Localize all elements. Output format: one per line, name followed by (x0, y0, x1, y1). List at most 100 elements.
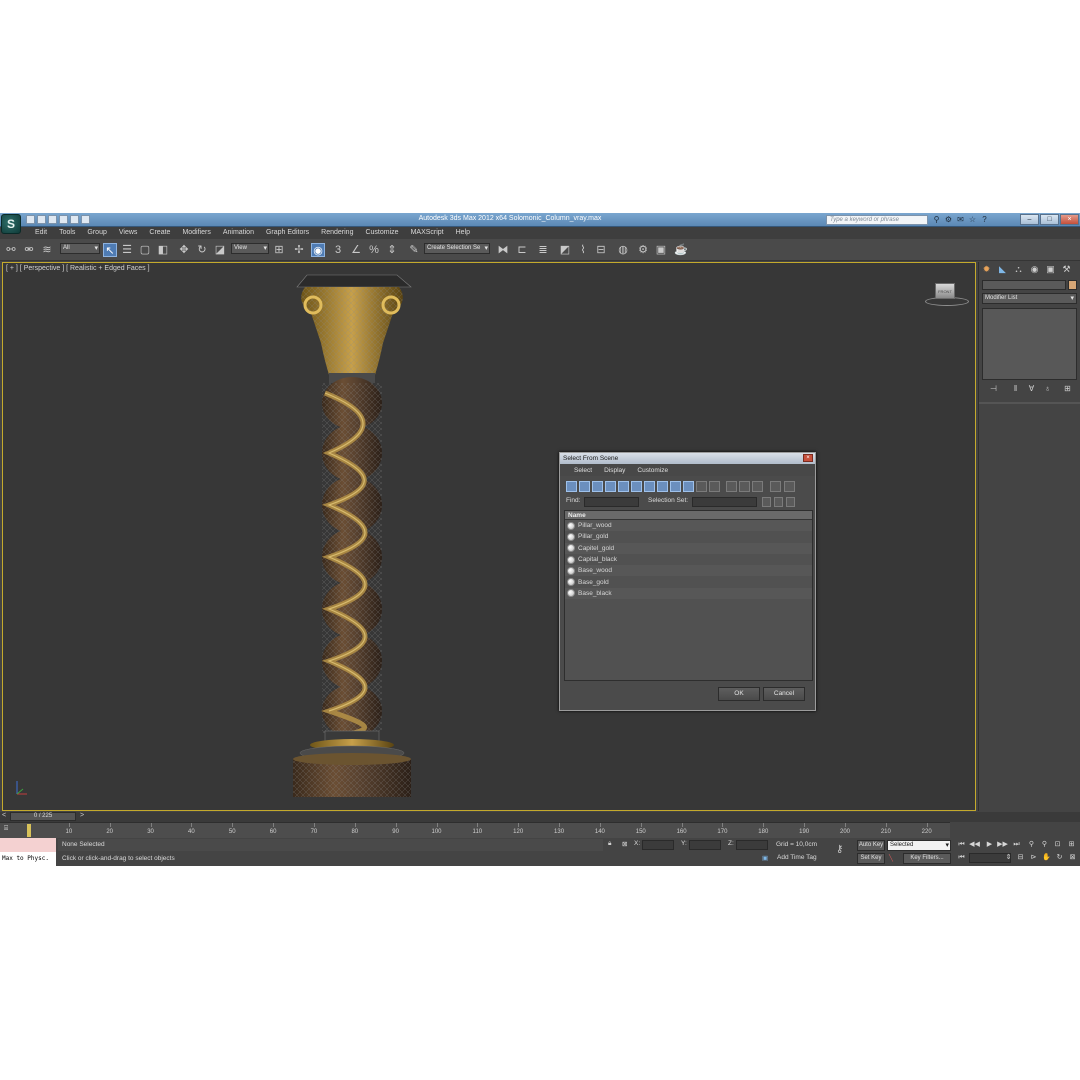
add-time-tag-button[interactable]: Add Time Tag (777, 854, 817, 861)
subscription-icon[interactable]: ⚙ (944, 215, 953, 224)
window-crossing-icon[interactable]: ◧ (156, 243, 170, 257)
make-unique-icon[interactable]: ∀ (1026, 383, 1037, 394)
help-icon[interactable]: ? (980, 215, 989, 224)
viewcube-front-face[interactable]: FRONT (935, 283, 955, 299)
pivot-center-icon[interactable]: ⊞ (272, 243, 286, 257)
favorites-star-icon[interactable]: ☆ (968, 215, 977, 224)
menu-help[interactable]: Help (450, 227, 476, 239)
curve-editor-icon[interactable]: ⌇ (576, 243, 590, 257)
filter-icon[interactable] (770, 481, 781, 492)
minimize-button[interactable]: – (1020, 214, 1039, 225)
display-helpers-icon[interactable] (618, 481, 629, 492)
render-production-icon[interactable]: ☕ (674, 243, 688, 257)
display-hidden-icon[interactable] (709, 481, 720, 492)
lock-selection-icon[interactable]: 🔒︎ (608, 840, 611, 848)
set-key-icon[interactable]: ⚷ (836, 844, 843, 855)
track-bar[interactable]: ⌸ 10 20 30 40 50 60 70 80 90 100 110 120 130 140 150 16… (0, 822, 950, 838)
key-mode-toggle-icon[interactable]: ⏮ (956, 853, 967, 863)
maxscript-listener[interactable]: Max to Physc. (0, 838, 56, 866)
display-containers-icon[interactable] (683, 481, 694, 492)
binoculars-icon[interactable]: ⚲ (932, 215, 941, 224)
menu-create[interactable]: Create (143, 227, 176, 239)
app-logo-icon[interactable]: S (1, 214, 21, 234)
menu-group[interactable]: Group (81, 227, 112, 239)
select-by-name-icon[interactable]: ☰ (120, 243, 134, 257)
selection-set-dropdown[interactable] (692, 497, 757, 507)
menu-views[interactable]: Views (113, 227, 144, 239)
schematic-view-icon[interactable]: ⊟ (594, 243, 608, 257)
display-tab-icon[interactable]: ▣ (1044, 263, 1057, 275)
bind-space-warp-icon[interactable]: ≋ (40, 243, 54, 257)
menu-maxscript[interactable]: MAXScript (405, 227, 450, 239)
x-coordinate-field[interactable] (642, 840, 674, 850)
zoom-viewport-icon[interactable]: ⚲ (1026, 840, 1037, 850)
create-tab-icon[interactable]: ✹ (980, 263, 993, 275)
select-invert-icon[interactable] (752, 481, 763, 492)
display-cameras-icon[interactable] (605, 481, 616, 492)
configure-modifier-sets-icon[interactable]: ⊞ (1062, 383, 1073, 394)
time-slider[interactable]: < 0 / 225 > (0, 812, 1080, 822)
maximize-button[interactable]: □ (1040, 214, 1059, 225)
viewcube[interactable]: FRONT (925, 279, 969, 307)
list-item[interactable]: Capitel_gold (565, 542, 812, 554)
play-icon[interactable]: ▶ (984, 840, 995, 850)
dialog-menu-select[interactable]: Select (568, 464, 598, 476)
reference-coordinate-dropdown[interactable]: View (231, 243, 269, 254)
scale-icon[interactable]: ◪ (213, 243, 227, 257)
zoom-extents-icon[interactable]: ⊡ (1052, 840, 1063, 850)
y-coordinate-field[interactable] (689, 840, 721, 850)
modifier-list-dropdown[interactable]: Modifier List (982, 293, 1077, 304)
edit-named-selection-icon[interactable]: ✎ (407, 243, 421, 257)
modifier-stack[interactable] (982, 308, 1077, 380)
menu-modifiers[interactable]: Modifiers (176, 227, 216, 239)
open-mini-curve-editor-icon[interactable]: ⌸ (4, 825, 16, 835)
redo-icon[interactable] (70, 215, 79, 224)
time-slider-prev-icon[interactable]: < (2, 812, 6, 819)
move-icon[interactable]: ✥ (177, 243, 191, 257)
display-xrefs-icon[interactable] (657, 481, 668, 492)
material-editor-icon[interactable]: ◍ (616, 243, 630, 257)
maxscript-input[interactable]: Max to Physc. (0, 852, 56, 866)
key-filters-icon[interactable]: ╲ (889, 854, 893, 862)
select-all-icon[interactable] (726, 481, 737, 492)
menu-graph-editors[interactable]: Graph Editors (260, 227, 315, 239)
pan-view-icon[interactable]: ✋ (1041, 853, 1052, 863)
align-icon[interactable]: ⊏ (515, 243, 529, 257)
list-item[interactable]: Base_gold (565, 576, 812, 587)
object-list[interactable]: Name Pillar_wood Pillar_gold Capitel_gold C… (564, 510, 813, 681)
menu-animation[interactable]: Animation (217, 227, 260, 239)
current-frame-spinner-icon[interactable]: ⇕ (1003, 853, 1014, 863)
hierarchy-tab-icon[interactable]: ⛬ (1012, 263, 1025, 275)
pin-stack-icon[interactable]: ⊣ (988, 383, 999, 394)
object-name-field[interactable] (982, 280, 1066, 290)
go-to-end-icon[interactable]: ⏭ (1011, 840, 1022, 850)
spinner-snap-icon[interactable]: ⇕ (385, 243, 399, 257)
display-shapes-icon[interactable] (579, 481, 590, 492)
motion-tab-icon[interactable]: ◉ (1028, 263, 1041, 275)
select-object-icon[interactable]: ↖ (103, 243, 117, 257)
display-bones-icon[interactable] (670, 481, 681, 492)
object-color-swatch[interactable] (1068, 280, 1077, 290)
dialog-close-button[interactable]: × (803, 454, 813, 462)
list-item[interactable]: Base_wood (565, 565, 812, 577)
rendered-frame-window-icon[interactable]: ▣ (654, 243, 668, 257)
render-setup-icon[interactable]: ⚙ (636, 243, 650, 257)
time-configuration-icon[interactable]: ⊟ (1015, 853, 1026, 863)
time-slider-next-icon[interactable]: > (80, 812, 84, 819)
new-file-icon[interactable] (26, 215, 35, 224)
selection-set-add-icon[interactable] (762, 497, 771, 507)
modify-tab-icon[interactable]: ◣ (996, 263, 1009, 275)
go-to-start-icon[interactable]: ⏮ (956, 840, 967, 850)
list-item[interactable]: Base_black (565, 587, 812, 600)
utilities-tab-icon[interactable]: ⚒ (1060, 263, 1073, 275)
mirror-icon[interactable]: ⧓ (496, 243, 510, 257)
list-item[interactable]: Pillar_gold (565, 531, 812, 542)
current-frame-marker[interactable] (27, 824, 31, 837)
zoom-extents-all-icon[interactable]: ⊞ (1066, 840, 1077, 850)
selection-filter-dropdown[interactable]: All (60, 243, 100, 254)
display-lights-icon[interactable] (592, 481, 603, 492)
save-file-icon[interactable] (48, 215, 57, 224)
dialog-menu-display[interactable]: Display (598, 464, 631, 476)
absolute-mode-icon[interactable]: ⊠ (622, 840, 627, 848)
search-input[interactable]: Type a keyword or phrase (826, 215, 928, 225)
